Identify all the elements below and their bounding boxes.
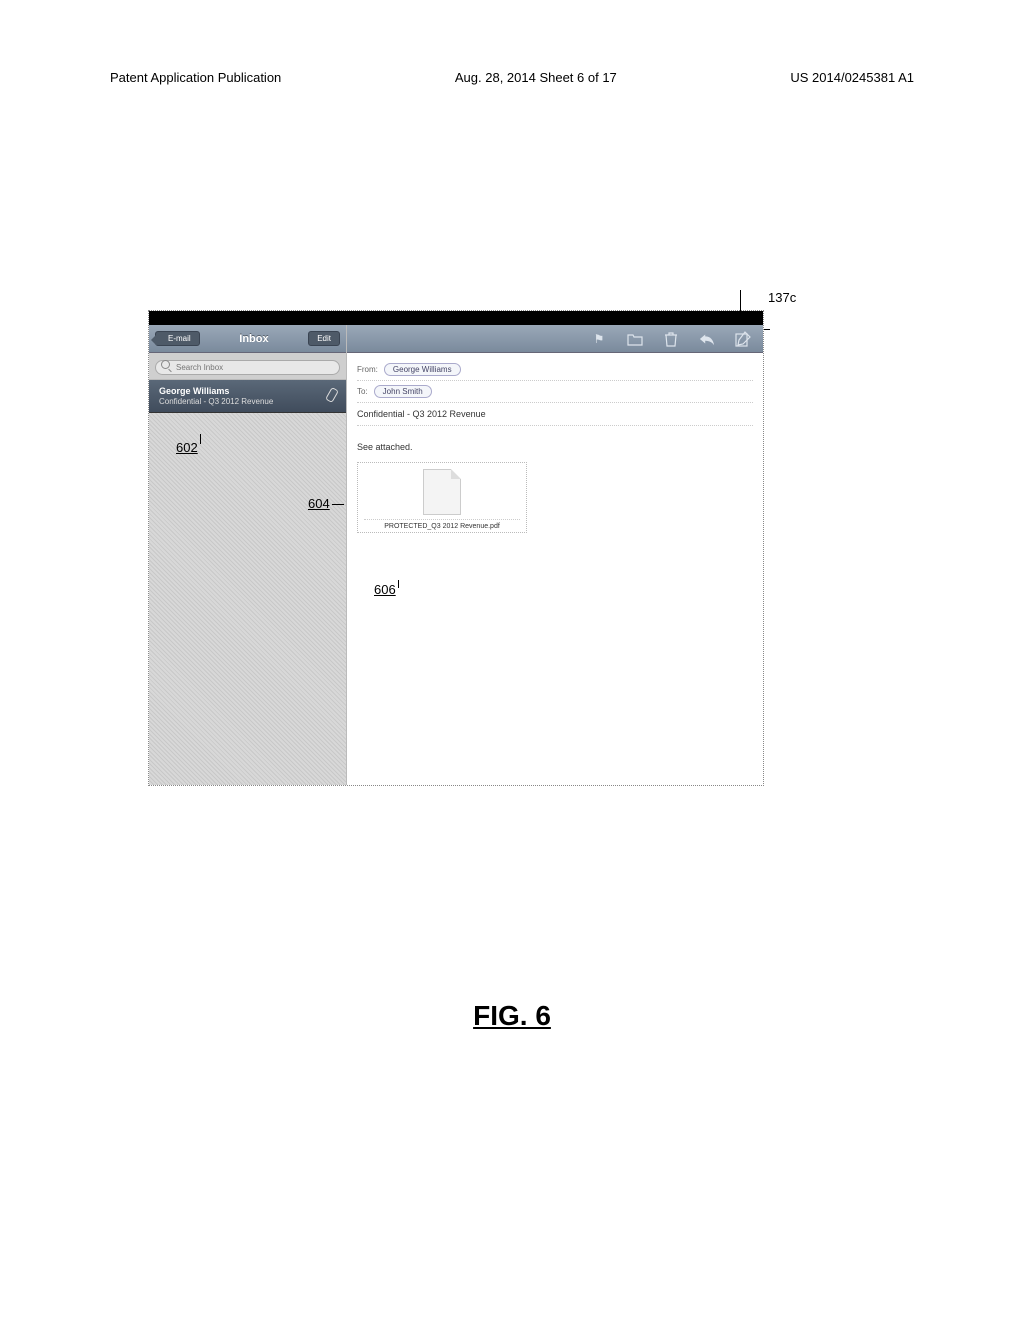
from-row: From: George Williams (357, 359, 753, 381)
callout-604: 604 (308, 496, 330, 511)
sidebar-title: Inbox (204, 333, 305, 345)
subject-line: Confidential - Q3 2012 Revenue (357, 403, 753, 426)
flag-icon[interactable]: ⚑ (591, 331, 607, 347)
from-chip[interactable]: George Williams (384, 363, 461, 376)
back-button-label: E-mail (168, 334, 191, 343)
mail-app: E-mail Inbox Edit George Williams Confid… (149, 325, 763, 785)
message-body: See attached. (347, 432, 763, 458)
to-chip[interactable]: John Smith (374, 385, 432, 398)
callout-604-line (332, 504, 344, 505)
message-list-item[interactable]: George Williams Confidential - Q3 2012 R… (149, 380, 346, 413)
sidebar: E-mail Inbox Edit George Williams Confid… (149, 325, 347, 785)
attachment[interactable]: PROTECTED_Q3 2012 Revenue.pdf (357, 462, 527, 533)
edit-button[interactable]: Edit (308, 331, 340, 346)
status-bar (149, 311, 763, 325)
from-label: From: (357, 365, 378, 374)
sidebar-empty (149, 413, 346, 785)
list-item-subject: Confidential - Q3 2012 Revenue (159, 397, 322, 406)
file-icon (423, 469, 461, 515)
reading-pane: ⚑ From: George Williams (347, 325, 763, 785)
figure-label: FIG. 6 (0, 1000, 1024, 1032)
page-header: Patent Application Publication Aug. 28, … (110, 70, 914, 85)
header-right: US 2014/0245381 A1 (790, 70, 914, 85)
callout-602: 602 (176, 440, 198, 455)
callout-137c: 137c (768, 290, 796, 305)
to-row: To: John Smith (357, 381, 753, 403)
trash-icon[interactable] (663, 331, 679, 347)
folder-icon[interactable] (627, 331, 643, 347)
compose-icon[interactable] (735, 331, 751, 347)
callout-606-line (398, 580, 399, 588)
paperclip-icon (328, 388, 338, 402)
edit-button-label: Edit (317, 334, 331, 343)
header-center: Aug. 28, 2014 Sheet 6 of 17 (455, 70, 617, 85)
header-left: Patent Application Publication (110, 70, 281, 85)
search-input[interactable] (155, 360, 340, 375)
to-label: To: (357, 387, 368, 396)
reading-toolbar: ⚑ (347, 325, 763, 353)
callout-602-line (200, 434, 201, 444)
callout-606: 606 (374, 582, 396, 597)
reply-icon[interactable] (699, 331, 715, 347)
search-icon (161, 360, 170, 369)
search-row (149, 353, 346, 380)
attachment-filename: PROTECTED_Q3 2012 Revenue.pdf (364, 519, 520, 530)
sidebar-topbar: E-mail Inbox Edit (149, 325, 346, 353)
back-button[interactable]: E-mail (155, 331, 200, 346)
message-meta: From: George Williams To: John Smith Con… (347, 353, 763, 432)
list-item-from: George Williams (159, 386, 322, 396)
device-frame: E-mail Inbox Edit George Williams Confid… (148, 310, 764, 786)
